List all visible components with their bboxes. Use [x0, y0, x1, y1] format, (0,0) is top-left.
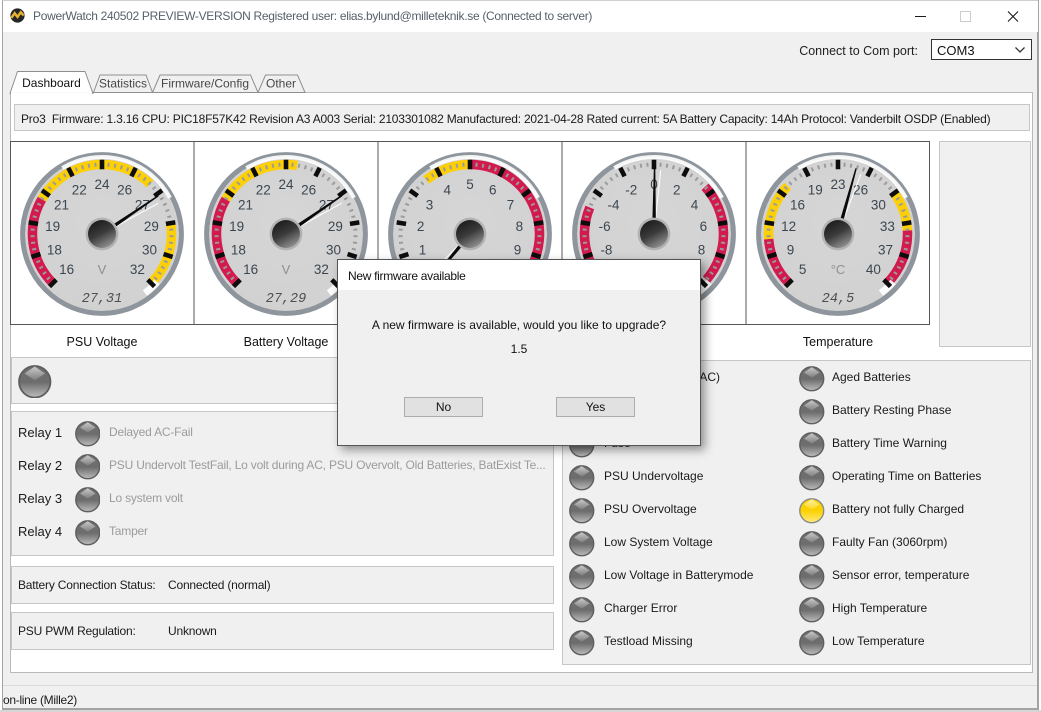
- svg-text:29: 29: [144, 219, 159, 234]
- svg-text:16: 16: [243, 262, 258, 277]
- svg-text:40: 40: [866, 262, 881, 277]
- svg-text:8: 8: [516, 219, 524, 234]
- svg-text:4: 4: [691, 197, 699, 212]
- svg-text:30: 30: [871, 197, 886, 212]
- svg-text:12: 12: [781, 219, 796, 234]
- svg-text:V: V: [282, 262, 291, 277]
- svg-text:21: 21: [54, 197, 69, 212]
- svg-text:33: 33: [880, 219, 895, 234]
- svg-text:2: 2: [673, 182, 681, 197]
- svg-text:°C: °C: [831, 262, 846, 277]
- svg-text:24: 24: [94, 177, 110, 192]
- svg-text:Statistics: Statistics: [99, 77, 147, 91]
- svg-text:26: 26: [301, 182, 316, 197]
- svg-text:27,29: 27,29: [266, 292, 307, 307]
- svg-text:19: 19: [808, 182, 823, 197]
- svg-text:24: 24: [278, 177, 294, 192]
- svg-text:6: 6: [700, 219, 708, 234]
- svg-text:22: 22: [72, 182, 87, 197]
- svg-text:32: 32: [130, 262, 145, 277]
- svg-text:22: 22: [256, 182, 271, 197]
- svg-text:4: 4: [444, 182, 452, 197]
- svg-text:Firmware/Config: Firmware/Config: [161, 77, 249, 91]
- svg-text:30: 30: [142, 242, 157, 257]
- svg-text:Dashboard: Dashboard: [22, 76, 81, 90]
- svg-text:27,31: 27,31: [82, 292, 123, 307]
- svg-text:Other: Other: [266, 77, 296, 91]
- svg-text:19: 19: [229, 219, 244, 234]
- svg-text:16: 16: [59, 262, 74, 277]
- svg-text:-4: -4: [608, 197, 620, 212]
- svg-text:9: 9: [787, 242, 795, 257]
- svg-text:29: 29: [328, 219, 343, 234]
- svg-text:3: 3: [426, 197, 434, 212]
- svg-text:24,5: 24,5: [822, 292, 854, 307]
- svg-text:23: 23: [830, 177, 845, 192]
- svg-text:-2: -2: [625, 182, 637, 197]
- svg-text:2: 2: [417, 219, 425, 234]
- svg-text:5: 5: [799, 262, 807, 277]
- svg-text:32: 32: [314, 262, 329, 277]
- svg-text:19: 19: [45, 219, 60, 234]
- svg-text:-8: -8: [600, 242, 612, 257]
- svg-text:V: V: [98, 262, 107, 277]
- svg-text:5: 5: [466, 177, 474, 192]
- svg-text:9: 9: [514, 242, 522, 257]
- svg-text:7: 7: [507, 197, 515, 212]
- svg-text:8: 8: [698, 242, 706, 257]
- svg-text:30: 30: [326, 242, 341, 257]
- svg-text:21: 21: [238, 197, 253, 212]
- svg-text:-6: -6: [599, 219, 611, 234]
- svg-text:18: 18: [47, 242, 62, 257]
- svg-text:1: 1: [419, 242, 427, 257]
- svg-text:26: 26: [117, 182, 132, 197]
- svg-text:6: 6: [489, 182, 497, 197]
- svg-text:37: 37: [878, 242, 893, 257]
- svg-text:16: 16: [790, 197, 805, 212]
- svg-text:18: 18: [231, 242, 246, 257]
